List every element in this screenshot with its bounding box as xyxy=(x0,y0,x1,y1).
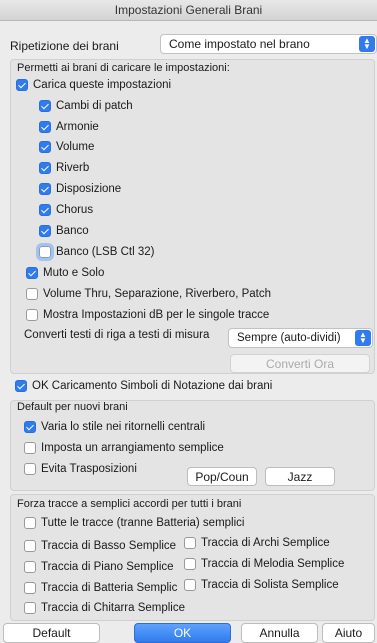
window-title: Impostazioni Generali Brani xyxy=(0,0,377,21)
patch-label: Cambi di patch xyxy=(56,100,133,112)
ok-button[interactable]: OK xyxy=(134,623,231,643)
bank-lsb-checkbox[interactable]: Banco (LSB Ctl 32) xyxy=(36,243,155,261)
repeat-select-value: Come impostato nel brano xyxy=(169,37,310,51)
checkbox-checked-icon xyxy=(39,141,51,153)
checkbox-checked-icon xyxy=(16,79,28,91)
checkbox-unchecked-icon xyxy=(24,561,36,573)
checkbox-unchecked-icon xyxy=(24,540,36,552)
checkbox-unchecked-icon xyxy=(184,537,196,549)
notation-label: OK Caricamento Simboli di Notazione dai … xyxy=(32,380,273,392)
layout-label: Disposizione xyxy=(56,183,122,195)
drums-simple-checkbox[interactable]: Traccia di Batteria Semplic xyxy=(24,582,177,594)
melody-simple-checkbox[interactable]: Traccia di Melodia Semplice xyxy=(184,558,344,570)
checkbox-unchecked-icon xyxy=(36,243,54,261)
checkbox-unchecked-icon xyxy=(24,602,36,614)
defaults-header: Default per nuovi brani xyxy=(17,401,128,413)
bank-label: Banco xyxy=(56,225,89,237)
simple-arrangement-label: Imposta un arrangiamento semplice xyxy=(41,442,224,454)
checkbox-checked-icon xyxy=(39,225,51,237)
checkbox-checked-icon xyxy=(39,204,51,216)
bank-lsb-label: Banco (LSB Ctl 32) xyxy=(56,246,155,258)
reverb-label: Riverb xyxy=(56,162,90,174)
convert-select-value: Sempre (auto-dividi) xyxy=(237,332,341,344)
repeat-label: Ripetizione dei brani xyxy=(10,39,119,53)
chorus-checkbox[interactable]: Chorus xyxy=(39,204,93,216)
drums-simple-label: Traccia di Batteria Semplic xyxy=(41,582,178,594)
melody-simple-label: Traccia di Melodia Semplice xyxy=(201,558,345,570)
soloist-simple-label: Traccia di Solista Semplice xyxy=(201,579,339,591)
strings-simple-checkbox[interactable]: Traccia di Archi Semplice xyxy=(184,537,330,549)
piano-simple-label: Traccia di Piano Semplice xyxy=(41,561,174,573)
checkbox-unchecked-icon xyxy=(24,463,36,475)
volume-label: Volume xyxy=(56,141,95,153)
checkbox-unchecked-icon xyxy=(24,582,36,594)
pop-country-button[interactable]: Pop/Coun xyxy=(187,467,257,486)
simple-tracks-header: Forza tracce a semplici accordi per tutt… xyxy=(17,498,242,510)
reverb-checkbox[interactable]: Riverb xyxy=(39,162,89,174)
mute-solo-label: Muto e Solo xyxy=(43,267,105,279)
all-tracks-simple-label: Tutte le tracce (tranne Batteria) sempli… xyxy=(41,517,245,529)
repeat-select[interactable]: Come impostato nel brano ▲ ▼ xyxy=(160,34,377,54)
simple-arrangement-checkbox[interactable]: Imposta un arrangiamento semplice xyxy=(24,442,224,454)
checkbox-unchecked-icon xyxy=(24,442,36,454)
checkbox-checked-icon xyxy=(39,162,51,174)
mute-solo-checkbox[interactable]: Muto e Solo xyxy=(26,267,104,279)
show-db-checkbox[interactable]: Mostra Impostazioni dB per le singole tr… xyxy=(26,309,269,321)
jazz-button[interactable]: Jazz xyxy=(265,467,335,486)
vary-style-label: Varia lo stile nei ritornelli centrali xyxy=(41,421,206,433)
avoid-transpose-checkbox[interactable]: Evita Trasposizioni xyxy=(24,463,137,475)
chorus-label: Chorus xyxy=(56,204,94,216)
guitar-simple-checkbox[interactable]: Traccia di Chitarra Semplice xyxy=(24,602,185,614)
checkbox-checked-icon xyxy=(24,421,36,433)
vary-style-checkbox[interactable]: Varia lo stile nei ritornelli centrali xyxy=(24,421,205,433)
chevron-updown-icon: ▲ ▼ xyxy=(355,330,371,346)
strings-simple-label: Traccia di Archi Semplice xyxy=(201,537,330,549)
layout-checkbox[interactable]: Disposizione xyxy=(39,183,121,195)
volume-thru-checkbox[interactable]: Volume Thru, Separazione, Riverbero, Pat… xyxy=(26,288,271,300)
convert-label: Converti testi di riga a testi di misura xyxy=(24,329,210,341)
convert-select[interactable]: Sempre (auto-dividi) ▲ ▼ xyxy=(228,328,373,348)
bass-simple-label: Traccia di Basso Semplice xyxy=(41,540,177,552)
checkbox-checked-icon xyxy=(39,100,51,112)
checkbox-unchecked-icon xyxy=(26,288,38,300)
load-settings-label: Carica queste impostazioni xyxy=(33,79,172,91)
harmony-label: Armonie xyxy=(56,121,99,133)
checkbox-unchecked-icon xyxy=(26,309,38,321)
checkbox-checked-icon xyxy=(39,183,51,195)
patch-checkbox[interactable]: Cambi di patch xyxy=(39,100,133,112)
default-button[interactable]: Default xyxy=(3,623,100,643)
load-settings-checkbox[interactable]: Carica queste impostazioni xyxy=(16,79,171,91)
harmony-checkbox[interactable]: Armonie xyxy=(39,121,99,133)
checkbox-unchecked-icon xyxy=(184,558,196,570)
bass-simple-checkbox[interactable]: Traccia di Basso Semplice xyxy=(24,540,176,552)
bank-checkbox[interactable]: Banco xyxy=(39,225,89,237)
permit-header: Permetti ai brani di caricare le imposta… xyxy=(17,62,230,74)
help-button[interactable]: Aiuto xyxy=(322,623,375,643)
checkbox-checked-icon xyxy=(26,267,38,279)
volume-checkbox[interactable]: Volume xyxy=(39,141,94,153)
notation-checkbox[interactable]: OK Caricamento Simboli di Notazione dai … xyxy=(15,380,272,392)
cancel-button[interactable]: Annulla xyxy=(241,623,318,643)
volume-thru-label: Volume Thru, Separazione, Riverbero, Pat… xyxy=(43,288,271,300)
checkbox-checked-icon xyxy=(15,380,27,392)
checkbox-unchecked-icon xyxy=(184,579,196,591)
guitar-simple-label: Traccia di Chitarra Semplice xyxy=(41,602,186,614)
piano-simple-checkbox[interactable]: Traccia di Piano Semplice xyxy=(24,561,174,573)
checkbox-checked-icon xyxy=(39,121,51,133)
soloist-simple-checkbox[interactable]: Traccia di Solista Semplice xyxy=(184,579,339,591)
convert-now-button[interactable]: Converti Ora xyxy=(230,354,370,373)
chevron-updown-icon: ▲ ▼ xyxy=(359,36,375,52)
all-tracks-simple-checkbox[interactable]: Tutte le tracce (tranne Batteria) sempli… xyxy=(24,517,244,529)
show-db-label: Mostra Impostazioni dB per le singole tr… xyxy=(43,309,270,321)
checkbox-unchecked-icon xyxy=(24,517,36,529)
avoid-transpose-label: Evita Trasposizioni xyxy=(41,463,137,475)
